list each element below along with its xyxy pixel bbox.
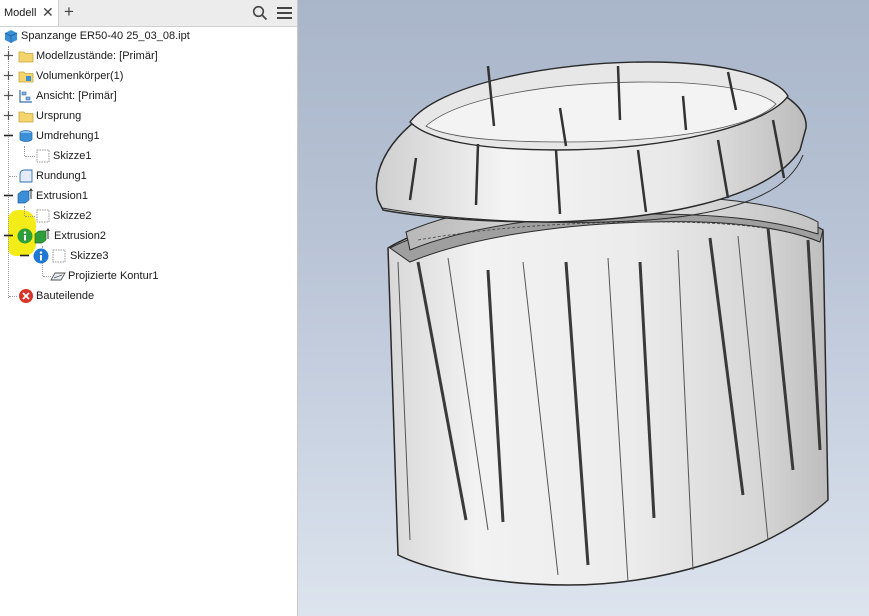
collapse-minus-icon[interactable]: [20, 251, 29, 260]
view-icon: [19, 90, 32, 103]
tree-item-label: Ursprung: [36, 110, 82, 122]
tab-modell-label: Modell: [4, 7, 37, 19]
sketch-icon: [36, 149, 50, 163]
3d-viewport[interactable]: [298, 0, 869, 616]
tree-item-label: Skizze1: [53, 150, 92, 162]
extrude-icon: [34, 228, 50, 244]
browser-tab-bar: Modell ✕ +: [0, 0, 297, 27]
tree-item-label: Volumenkörper(1): [36, 70, 124, 82]
tab-modell[interactable]: Modell ✕: [0, 0, 59, 26]
tree-item-ursprung[interactable]: Ursprung: [0, 106, 297, 126]
tree-item-label: Skizze3: [70, 250, 109, 262]
tree-item-label: Bauteilende: [36, 290, 95, 302]
tree-item-bauteilende[interactable]: Bauteilende: [0, 286, 297, 306]
tree-item-skizze2[interactable]: Skizze2: [0, 206, 297, 226]
collapse-minus-icon[interactable]: [4, 131, 13, 140]
tree-connector: [9, 176, 17, 177]
tree-item-ansicht[interactable]: Ansicht: [Primär]: [0, 86, 297, 106]
model-browser-panel: Modell ✕ + Spanzange ER50-40 25_03_08.ip…: [0, 0, 298, 616]
tree-item-label: Skizze2: [53, 210, 92, 222]
tree-connector: [25, 216, 35, 217]
expand-plus-icon[interactable]: [4, 111, 13, 120]
tree-connector: [9, 296, 17, 297]
close-icon[interactable]: ✕: [42, 4, 54, 21]
info-icon[interactable]: [17, 228, 33, 244]
tree-connector: [25, 156, 35, 157]
extrude-icon: [17, 188, 33, 204]
expand-plus-icon[interactable]: [4, 91, 13, 100]
expand-plus-icon[interactable]: [4, 71, 13, 80]
projected-contour-icon: [50, 272, 66, 281]
expand-plus-icon[interactable]: [4, 51, 13, 60]
tree-item-projizierte-kontur1[interactable]: Projizierte Kontur1: [0, 266, 297, 286]
tree-item-label: Modellzustände: [Primär]: [36, 50, 158, 62]
tree-item-umdrehung1[interactable]: Umdrehung1: [0, 126, 297, 146]
part-icon: [4, 30, 18, 43]
folder-icon: [18, 111, 34, 123]
end-of-part-error-icon: [19, 289, 33, 303]
fillet-icon: [19, 169, 33, 183]
collapse-minus-icon[interactable]: [4, 191, 13, 200]
menu-icon[interactable]: [277, 6, 292, 20]
collapse-minus-icon[interactable]: [4, 231, 13, 240]
tree-item-extrusion1[interactable]: Extrusion1: [0, 186, 297, 206]
tree-item-skizze1[interactable]: Skizze1: [0, 146, 297, 166]
tree-item-modellzustaende[interactable]: Modellzustände: [Primär]: [0, 46, 297, 66]
folder-icon: [18, 71, 34, 83]
add-tab-icon[interactable]: +: [64, 2, 74, 22]
tree-item-skizze3[interactable]: Skizze3: [0, 246, 297, 266]
sketch-icon: [52, 249, 66, 263]
info-icon[interactable]: [33, 248, 49, 264]
tree-item-rundung1[interactable]: Rundung1: [0, 166, 297, 186]
collet-3d-model: [375, 61, 829, 586]
folder-icon: [18, 51, 34, 63]
tree-root-label: Spanzange ER50-40 25_03_08.ipt: [21, 30, 190, 42]
revolve-icon: [19, 130, 33, 142]
tree-item-label: Umdrehung1: [36, 130, 100, 142]
tree-item-label: Rundung1: [36, 170, 87, 182]
tree-item-volumenkoerper[interactable]: Volumenkörper(1): [0, 66, 297, 86]
tree-item-extrusion2[interactable]: Extrusion2: [0, 226, 297, 246]
search-icon[interactable]: [252, 5, 268, 21]
tree-item-label: Ansicht: [Primär]: [36, 90, 117, 102]
tree-root[interactable]: Spanzange ER50-40 25_03_08.ipt: [0, 26, 297, 46]
tree-item-label: Extrusion2: [54, 230, 106, 242]
sketch-icon: [36, 209, 50, 223]
tree-item-label: Projizierte Kontur1: [68, 270, 159, 282]
tree-item-label: Extrusion1: [36, 190, 88, 202]
